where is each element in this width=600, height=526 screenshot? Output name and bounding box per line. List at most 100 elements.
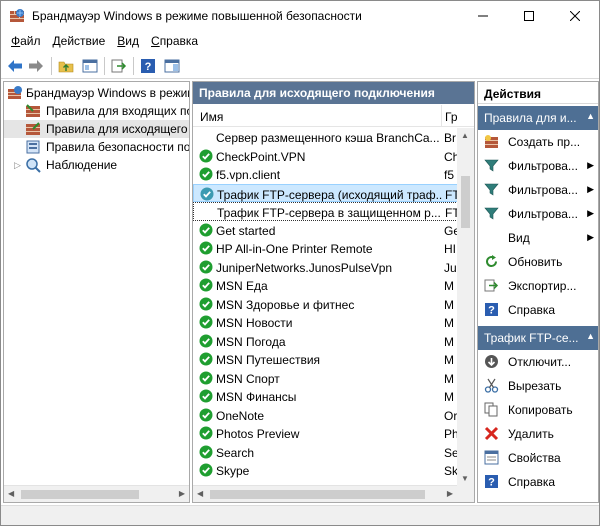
export-list-icon: [111, 59, 127, 73]
action-item[interactable]: Удалить: [478, 422, 598, 446]
action-item[interactable]: Обновить: [478, 250, 598, 274]
show-action-pane-button[interactable]: [162, 56, 182, 76]
action-item[interactable]: ? Справка: [478, 470, 598, 494]
firewall-app-icon: [8, 86, 22, 99]
copy-icon: [484, 402, 498, 417]
rule-row[interactable]: Search Se: [193, 443, 458, 462]
scroll-right-icon[interactable]: ▶: [179, 489, 185, 498]
menu-action[interactable]: Действие: [47, 32, 112, 52]
rule-row[interactable]: HP All-in-One Printer Remote HI: [193, 239, 458, 258]
menu-view[interactable]: Вид: [111, 32, 145, 52]
refresh-icon: [486, 255, 498, 268]
rule-row[interactable]: Photos Preview Ph: [193, 424, 458, 443]
action-item[interactable]: Вид ▶: [478, 226, 598, 250]
rule-row[interactable]: Сервер размещенного кэша BranchCa... Br: [193, 128, 458, 147]
rule-row[interactable]: MSN Здоровье и фитнес M: [193, 295, 458, 314]
tree-item-connection-security[interactable]: Правила безопасности подключения: [4, 138, 189, 156]
back-button[interactable]: [5, 56, 25, 76]
rule-row[interactable]: MSN Новости M: [193, 313, 458, 332]
maximize-button[interactable]: [506, 1, 552, 31]
actions-section-selected-rule[interactable]: Трафик FTP-се... ▲: [478, 326, 598, 350]
action-label: Справка: [508, 475, 556, 489]
rule-row[interactable]: MSN Погода M: [193, 332, 458, 351]
tree-root-label: Брандмауэр Windows в режиме повышенной б…: [26, 86, 189, 100]
minimize-button[interactable]: [460, 1, 506, 31]
action-item[interactable]: Копировать: [478, 398, 598, 422]
enabled-check-icon: [199, 426, 213, 440]
scroll-left-icon[interactable]: ◀: [8, 489, 14, 498]
rule-row[interactable]: MSN Путешествия M: [193, 350, 458, 369]
actions-section-outbound-rules[interactable]: Правила для и... ▲: [478, 106, 598, 130]
action-item[interactable]: Фильтрова... ▶: [478, 202, 598, 226]
rule-name: MSN Здоровье и фитнес: [216, 297, 355, 312]
expand-arrow-icon[interactable]: ▷: [14, 160, 21, 171]
tree-item-label: Правила для исходящего подключения: [46, 122, 189, 136]
rule-row[interactable]: CheckPoint.VPN Ch: [193, 147, 458, 166]
rule-row[interactable]: MSN Финансы M: [193, 387, 458, 406]
scroll-left-icon[interactable]: ◀: [197, 489, 203, 498]
toolbar-separator: [104, 57, 105, 75]
scroll-up-icon[interactable]: ▲: [461, 131, 469, 140]
rule-row[interactable]: OneNote Or: [193, 406, 458, 425]
section-title: Трафик FTP-се...: [484, 331, 579, 345]
action-item[interactable]: Отключит...: [478, 350, 598, 374]
disable-icon: [485, 355, 498, 368]
collapse-arrow-icon[interactable]: ▲: [586, 111, 595, 121]
rule-name: Сервер размещенного кэша BranchCa...: [216, 131, 440, 145]
menu-file[interactable]: Файл: [5, 32, 47, 52]
collapse-arrow-icon[interactable]: ▲: [586, 331, 595, 341]
scroll-down-icon[interactable]: ▼: [461, 474, 469, 483]
rule-group: M: [444, 297, 454, 312]
enabled-check-icon: [200, 187, 214, 200]
menu-help[interactable]: Справка: [145, 32, 204, 52]
rule-row[interactable]: Трафик FTP-сервера (исходящий траф...FT: [193, 183, 458, 202]
action-item[interactable]: Создать пр...: [478, 130, 598, 154]
scrollbar-thumb[interactable]: [21, 490, 139, 499]
enabled-check-icon: [199, 149, 213, 162]
action-item[interactable]: Свойства: [478, 446, 598, 470]
action-label: Свойства: [508, 451, 561, 465]
scrollbar-thumb[interactable]: [210, 490, 425, 499]
rule-row[interactable]: Трафик FTP-сервера в защищенном р...FT: [193, 202, 458, 221]
rule-row[interactable]: MSN Еда M: [193, 276, 458, 295]
rules-horizontal-scrollbar[interactable]: ◀ ▶: [193, 485, 457, 502]
rule-row[interactable]: MSN Спорт M: [193, 369, 458, 388]
tree-item-monitoring[interactable]: ▷ Наблюдение: [4, 156, 189, 174]
enabled-check-icon: [199, 408, 213, 421]
help-toolbar-button[interactable]: ?: [138, 56, 158, 76]
tree-root[interactable]: Брандмауэр Windows в режиме повышенной б…: [4, 84, 189, 102]
column-header-name[interactable]: Имя: [200, 110, 223, 124]
export-list-button[interactable]: [109, 56, 129, 76]
column-header-group[interactable]: Гр: [445, 110, 458, 124]
folder-up-icon: [58, 61, 74, 73]
scrollbar-thumb[interactable]: [461, 176, 470, 228]
tree-item-inbound[interactable]: Правила для входящих подключений: [4, 102, 189, 120]
forward-button[interactable]: [26, 56, 46, 76]
rule-name: Photos Preview: [216, 427, 300, 441]
tree-item-outbound[interactable]: Правила для исходящего подключения: [4, 120, 189, 138]
rule-row[interactable]: f5.vpn.client f5: [193, 165, 458, 184]
rules-vertical-scrollbar[interactable]: ▲ ▼: [457, 128, 474, 486]
rules-list: Сервер размещенного кэша BranchCa... Br Ch…: [193, 128, 458, 486]
up-folder-button[interactable]: [56, 56, 76, 76]
tree-horizontal-scrollbar[interactable]: ◀ ▶: [4, 485, 189, 502]
show-tree-button[interactable]: [80, 56, 100, 76]
filter-icon: [484, 207, 499, 220]
close-button[interactable]: [552, 1, 598, 31]
window-title: Брандмауэр Windows в режиме повышенной б…: [32, 9, 362, 23]
scroll-right-icon[interactable]: ▶: [447, 489, 453, 498]
action-item[interactable]: Экспортир...: [478, 274, 598, 298]
action-item[interactable]: Фильтрова... ▶: [478, 178, 598, 202]
rule-row[interactable]: JuniperNetworks.JunosPulseVpn Ju: [193, 258, 458, 277]
action-item[interactable]: Фильтрова... ▶: [478, 154, 598, 178]
action-item[interactable]: Вырезать: [478, 374, 598, 398]
rule-group: Se: [444, 445, 458, 460]
rule-row[interactable]: Get started Ge: [193, 221, 458, 240]
filter-icon: [484, 159, 499, 172]
submenu-arrow-icon: ▶: [587, 160, 594, 170]
column-divider[interactable]: [441, 105, 442, 127]
action-item[interactable]: ? Справка: [478, 298, 598, 322]
forward-arrow-icon: [29, 60, 43, 72]
rule-row[interactable]: Skype Sk: [193, 461, 458, 480]
toolbar-separator: [133, 57, 134, 75]
